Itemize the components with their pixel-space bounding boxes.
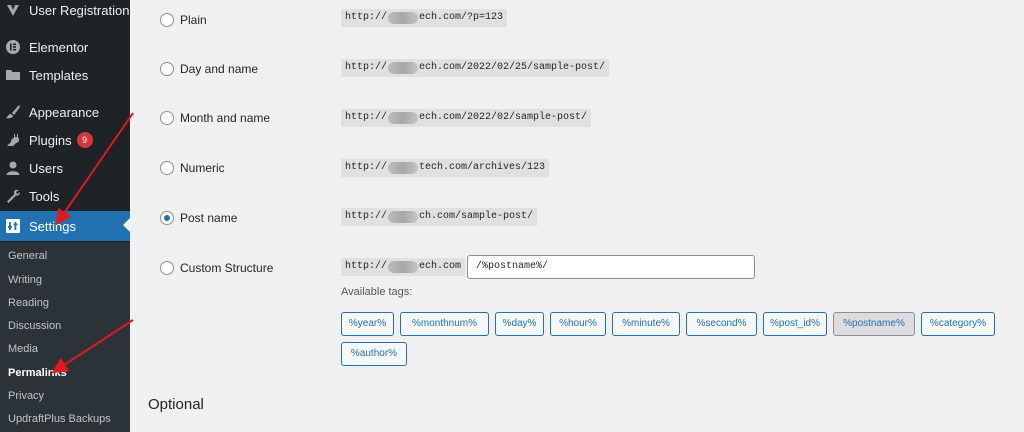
tag-button-second[interactable]: %second% <box>686 312 757 336</box>
radio-button[interactable] <box>160 62 174 76</box>
plugins-update-badge: 9 <box>76 132 93 148</box>
url-prefix: http:// <box>345 112 388 123</box>
sidebar-item-label: Appearance <box>29 104 100 120</box>
user-registration-icon <box>5 2 21 18</box>
tag-button-postname[interactable]: %postname% <box>833 312 915 336</box>
redacted-domain <box>388 112 419 124</box>
option-label: Plain <box>180 13 207 27</box>
submenu-item-general[interactable]: General <box>8 246 47 266</box>
folder-icon <box>5 67 21 83</box>
admin-sidebar: User Registration Elementor Templates Ap… <box>0 0 130 432</box>
optional-section-heading: Optional <box>148 396 204 413</box>
tag-button-category[interactable]: %category% <box>921 312 995 336</box>
permalink-example-numeric: http:// tech.com/archives/123 <box>341 159 550 177</box>
permalink-option-day-and-name[interactable]: Day and name <box>160 59 258 79</box>
permalink-option-plain[interactable]: Plain <box>160 10 207 30</box>
url-prefix: http:// <box>345 12 388 23</box>
url-prefix: http:// <box>345 162 388 173</box>
redacted-domain <box>388 62 419 74</box>
submenu-item-media[interactable]: Media <box>8 339 38 359</box>
sidebar-item-tools[interactable]: Tools <box>0 182 130 210</box>
sidebar-item-label: Tools <box>29 188 60 204</box>
url-prefix: http:// <box>345 211 388 222</box>
option-label: Post name <box>180 211 238 225</box>
sidebar-item-settings[interactable]: Settings <box>0 211 130 241</box>
submenu-item-updraftplus-backups[interactable]: UpdraftPlus Backups <box>8 409 111 429</box>
submenu-item-reading[interactable]: Reading <box>8 293 49 313</box>
permalink-example-day-and-name: http:// ech.com/2022/02/25/sample-post/ <box>341 59 610 77</box>
tag-button-monthnum[interactable]: %monthnum% <box>400 312 489 336</box>
redacted-domain <box>388 261 419 273</box>
redacted-domain <box>388 12 419 24</box>
url-suffix: tech.com/archives/123 <box>419 162 546 173</box>
sidebar-item-label: Users <box>29 160 63 176</box>
permalink-option-post-name[interactable]: Post name <box>160 208 237 228</box>
url-prefix: http:// <box>345 261 388 272</box>
option-label: Month and name <box>180 111 271 125</box>
option-label: Numeric <box>180 161 225 175</box>
sidebar-item-templates[interactable]: Templates <box>0 61 130 89</box>
redacted-domain <box>388 162 419 174</box>
radio-button[interactable] <box>160 161 174 175</box>
sidebar-item-plugins[interactable]: Plugins 9 <box>0 126 130 154</box>
sidebar-item-user-registration[interactable]: User Registration <box>0 0 130 24</box>
settings-submenu: General Writing Reading Discussion Media… <box>0 242 130 432</box>
sidebar-item-appearance[interactable]: Appearance <box>0 98 130 126</box>
permalink-example-post-name: http:// ch.com/sample-post/ <box>341 208 538 226</box>
sidebar-item-users[interactable]: Users <box>0 154 130 182</box>
elementor-icon <box>5 39 21 55</box>
url-suffix: ech.com/?p=123 <box>419 12 504 23</box>
option-label: Custom Structure <box>180 261 274 275</box>
tag-button-hour[interactable]: %hour% <box>550 312 606 336</box>
submenu-item-discussion[interactable]: Discussion <box>8 316 61 336</box>
radio-button[interactable] <box>160 111 174 125</box>
custom-structure-base-url: http:// ech.com <box>341 258 466 276</box>
permalink-example-month-and-name: http:// ech.com/2022/02/sample-post/ <box>341 109 592 127</box>
option-label: Day and name <box>180 62 259 76</box>
user-icon <box>5 160 21 176</box>
url-prefix: http:// <box>345 62 388 73</box>
plug-icon <box>5 132 21 148</box>
url-suffix: ech.com/2022/02/sample-post/ <box>419 112 588 123</box>
url-suffix: ech.com <box>419 261 462 272</box>
radio-button-selected[interactable] <box>160 211 174 225</box>
url-suffix: ch.com/sample-post/ <box>419 211 534 222</box>
permalink-option-month-and-name[interactable]: Month and name <box>160 108 270 128</box>
permalink-option-custom-structure[interactable]: Custom Structure <box>160 258 273 278</box>
radio-button[interactable] <box>160 261 174 275</box>
wrench-icon <box>5 188 21 204</box>
permalink-example-plain: http:// ech.com/?p=123 <box>341 9 508 27</box>
sidebar-item-label: Templates <box>29 67 89 83</box>
radio-button[interactable] <box>160 13 174 27</box>
redacted-domain <box>388 211 419 223</box>
tag-button-day[interactable]: %day% <box>495 312 544 336</box>
submenu-item-writing[interactable]: Writing <box>8 270 42 290</box>
available-tags-label: Available tags: <box>341 286 413 298</box>
tag-button-year[interactable]: %year% <box>341 312 394 336</box>
submenu-item-permalinks[interactable]: Permalinks <box>8 363 67 383</box>
custom-structure-input[interactable]: /%postname%/ <box>467 255 755 279</box>
permalink-option-numeric[interactable]: Numeric <box>160 158 225 178</box>
sidebar-item-elementor[interactable]: Elementor <box>0 33 130 61</box>
sidebar-item-label: Settings <box>29 218 76 234</box>
tag-button-minute[interactable]: %minute% <box>612 312 680 336</box>
submenu-item-privacy[interactable]: Privacy <box>8 386 44 406</box>
sidebar-item-label: User Registration <box>29 2 130 18</box>
url-suffix: ech.com/2022/02/25/sample-post/ <box>419 62 606 73</box>
permalink-settings-panel: Plain http:// ech.com/?p=123 Day and name… <box>130 0 1024 432</box>
tag-button-post-id[interactable]: %post_id% <box>763 312 827 336</box>
settings-icon <box>5 218 21 234</box>
sidebar-item-label: Elementor <box>29 39 89 55</box>
paintbrush-icon <box>5 104 21 120</box>
sidebar-item-label: Plugins <box>29 132 72 148</box>
tag-button-author[interactable]: %author% <box>341 342 407 366</box>
